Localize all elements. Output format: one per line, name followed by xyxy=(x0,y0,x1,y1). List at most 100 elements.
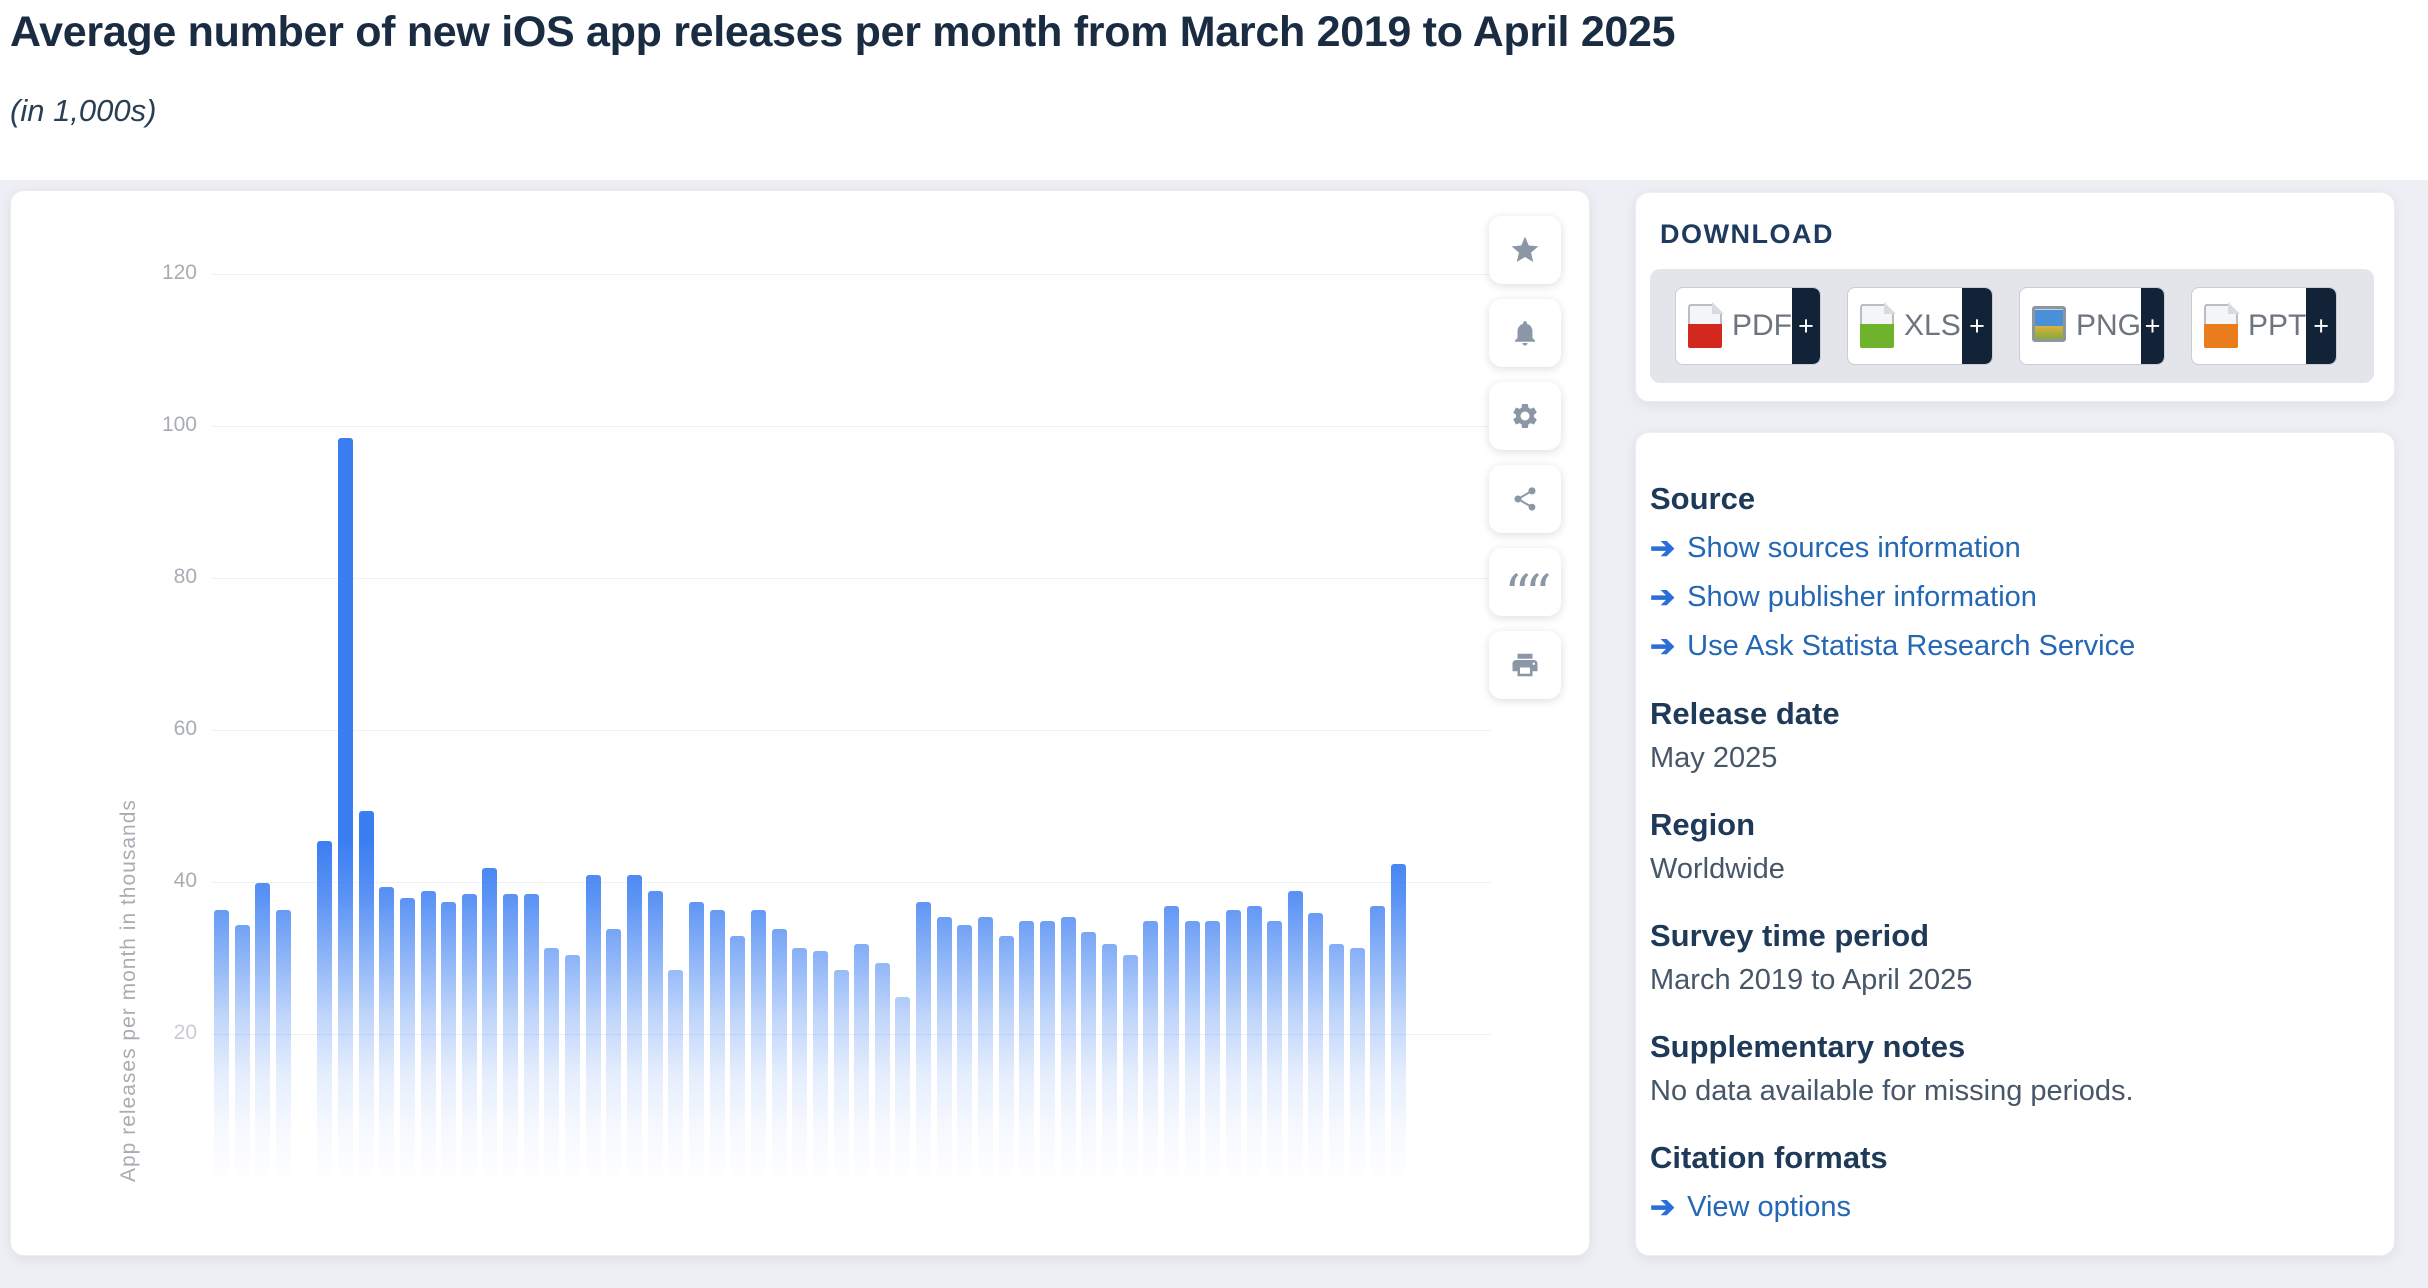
add-png-button[interactable]: + xyxy=(2141,288,2164,364)
bar[interactable] xyxy=(338,438,353,1187)
supplementary-notes-value: No data available for missing periods. xyxy=(1650,1075,2364,1108)
show-publisher-information-link[interactable]: ➔ Show publisher information xyxy=(1650,580,2364,615)
bar[interactable] xyxy=(689,902,704,1187)
bar[interactable] xyxy=(792,948,807,1187)
arrow-icon: ➔ xyxy=(1650,1190,1675,1225)
bar[interactable] xyxy=(1329,944,1344,1187)
bar[interactable] xyxy=(1350,948,1365,1187)
y-tick-label: 60 xyxy=(131,717,197,741)
bar[interactable] xyxy=(379,887,394,1187)
bar[interactable] xyxy=(1288,891,1303,1187)
y-axis-title: App releases per month in thousands xyxy=(117,726,141,1256)
bar[interactable] xyxy=(1205,921,1220,1187)
bell-icon xyxy=(1510,318,1540,348)
quote-icon: ““ xyxy=(1504,559,1545,605)
citation-formats-heading: Citation formats xyxy=(1650,1140,2364,1176)
add-pdf-button[interactable]: + xyxy=(1792,288,1820,364)
bar[interactable] xyxy=(1123,955,1138,1187)
bar[interactable] xyxy=(400,898,415,1187)
bar[interactable] xyxy=(772,929,787,1187)
star-icon xyxy=(1509,234,1541,266)
bar[interactable] xyxy=(359,811,374,1187)
bar[interactable] xyxy=(544,948,559,1187)
bar[interactable] xyxy=(1143,921,1158,1187)
bar[interactable] xyxy=(1247,906,1262,1187)
bar[interactable] xyxy=(648,891,663,1187)
bar[interactable] xyxy=(1185,921,1200,1187)
bar[interactable] xyxy=(1267,921,1282,1187)
bar[interactable] xyxy=(875,963,890,1187)
download-xls-button[interactable]: XLS + xyxy=(1847,287,1993,365)
bar[interactable] xyxy=(978,917,993,1187)
supplementary-notes-heading: Supplementary notes xyxy=(1650,1029,2364,1065)
bar[interactable] xyxy=(276,910,291,1187)
ask-statista-research-service-link[interactable]: ➔ Use Ask Statista Research Service xyxy=(1650,629,2364,664)
bar-plot-area xyxy=(201,275,1481,1187)
bar[interactable] xyxy=(937,917,952,1187)
download-ppt-button[interactable]: PPT + xyxy=(2191,287,2337,365)
y-tick-label: 100 xyxy=(131,413,197,437)
bar[interactable] xyxy=(751,910,766,1187)
bar[interactable] xyxy=(1081,932,1096,1187)
region-value: Worldwide xyxy=(1650,853,2364,886)
bar[interactable] xyxy=(235,925,250,1187)
bar[interactable] xyxy=(895,997,910,1187)
show-sources-information-link[interactable]: ➔ Show sources information xyxy=(1650,531,2364,566)
bar[interactable] xyxy=(482,868,497,1187)
bar[interactable] xyxy=(255,883,270,1187)
settings-button[interactable] xyxy=(1489,382,1561,450)
bar[interactable] xyxy=(1370,906,1385,1187)
bar[interactable] xyxy=(462,894,477,1187)
bar[interactable] xyxy=(957,925,972,1187)
bar[interactable] xyxy=(1102,944,1117,1187)
bar[interactable] xyxy=(916,902,931,1187)
download-format-label: PPT xyxy=(2248,309,2306,343)
bar[interactable] xyxy=(730,936,745,1187)
view-citation-options-link[interactable]: ➔ View options xyxy=(1650,1190,2364,1225)
bar[interactable] xyxy=(1308,913,1323,1187)
cite-button[interactable]: ““ xyxy=(1489,548,1561,616)
bar[interactable] xyxy=(1226,910,1241,1187)
bar[interactable] xyxy=(503,894,518,1187)
bar[interactable] xyxy=(606,929,621,1187)
png-file-icon xyxy=(2032,304,2066,348)
page-subtitle: (in 1,000s) xyxy=(10,93,156,129)
link-label: Show sources information xyxy=(1687,532,2021,565)
bar[interactable] xyxy=(565,955,580,1187)
bar[interactable] xyxy=(710,910,725,1187)
share-button[interactable] xyxy=(1489,465,1561,533)
add-ppt-button[interactable]: + xyxy=(2306,288,2336,364)
statistic-info-card: Source ➔ Show sources information ➔ Show… xyxy=(1635,432,2395,1256)
download-heading: DOWNLOAD xyxy=(1660,219,1834,250)
print-button[interactable] xyxy=(1489,631,1561,699)
add-xls-button[interactable]: + xyxy=(1962,288,1992,364)
bar[interactable] xyxy=(441,902,456,1187)
bar[interactable] xyxy=(1040,921,1055,1187)
bar[interactable] xyxy=(586,875,601,1187)
survey-time-period-value: March 2019 to April 2025 xyxy=(1650,964,2364,997)
bar[interactable] xyxy=(999,936,1014,1187)
bar[interactable] xyxy=(1391,864,1406,1187)
release-date-value: May 2025 xyxy=(1650,742,2364,775)
bar[interactable] xyxy=(1164,906,1179,1187)
share-icon xyxy=(1511,485,1539,513)
bar[interactable] xyxy=(834,970,849,1187)
bar[interactable] xyxy=(627,875,642,1187)
alerts-button[interactable] xyxy=(1489,299,1561,367)
bar[interactable] xyxy=(668,970,683,1187)
download-png-button[interactable]: PNG + xyxy=(2019,287,2165,365)
bar[interactable] xyxy=(524,894,539,1187)
bar[interactable] xyxy=(1019,921,1034,1187)
bar[interactable] xyxy=(813,951,828,1187)
favorite-button[interactable] xyxy=(1489,216,1561,284)
bar[interactable] xyxy=(854,944,869,1187)
download-pdf-button[interactable]: PDF + xyxy=(1675,287,1821,365)
bar[interactable] xyxy=(214,910,229,1187)
bar[interactable] xyxy=(317,841,332,1187)
y-tick-label: 120 xyxy=(131,261,197,285)
arrow-icon: ➔ xyxy=(1650,531,1675,566)
bar[interactable] xyxy=(1061,917,1076,1187)
bar[interactable] xyxy=(421,891,436,1187)
gear-icon xyxy=(1510,401,1540,431)
region-heading: Region xyxy=(1650,807,2364,843)
